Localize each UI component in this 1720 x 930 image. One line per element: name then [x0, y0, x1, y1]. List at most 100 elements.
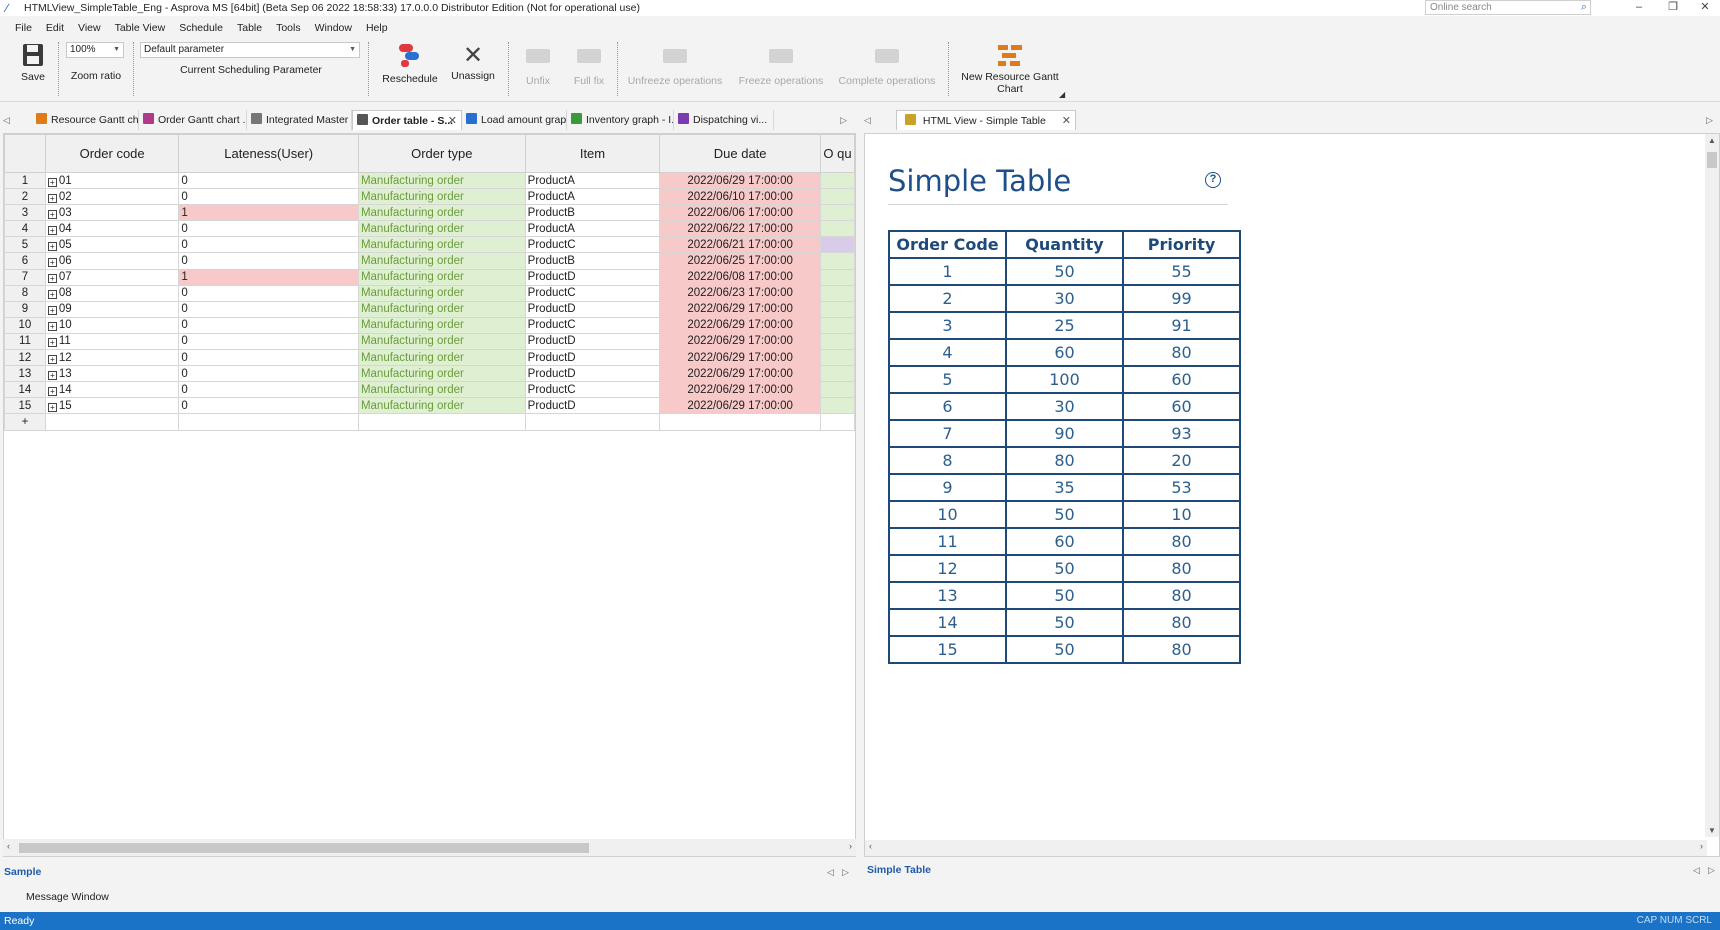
lateness-cell[interactable]: 0 — [178, 220, 359, 238]
order-code-cell[interactable]: +07 — [44, 268, 180, 286]
item-cell[interactable]: ProductC — [524, 381, 661, 399]
quantity-cell[interactable] — [820, 316, 855, 334]
quantity-cell[interactable] — [820, 381, 855, 399]
quantity-cell[interactable] — [820, 220, 855, 238]
due-date-cell[interactable]: 2022/06/08 17:00:00 — [659, 268, 822, 286]
lateness-cell[interactable]: 0 — [178, 300, 359, 318]
order-code-cell[interactable]: +12 — [44, 349, 180, 367]
order-type-cell[interactable]: Manufacturing order — [357, 349, 526, 367]
lateness-cell[interactable]: 0 — [178, 365, 359, 383]
order-type-cell[interactable]: Manufacturing order — [357, 397, 526, 415]
item-cell[interactable]: ProductA — [524, 188, 661, 206]
order-table-hscroll[interactable]: ‹ › — [3, 839, 856, 856]
unfreeze-operations-button[interactable]: Unfreeze operations — [624, 42, 726, 87]
item-cell[interactable]: ProductD — [524, 397, 661, 415]
quantity-cell[interactable] — [820, 284, 855, 302]
tab-item[interactable]: Inventory graph - I... — [567, 110, 674, 130]
complete-operations-button[interactable]: Complete operations — [836, 42, 938, 87]
due-date-cell[interactable]: 2022/06/29 17:00:00 — [659, 171, 822, 190]
order-type-cell[interactable]: Manufacturing order — [357, 381, 526, 399]
tab-item[interactable]: Order table - S... ✕ — [352, 110, 462, 130]
item-cell[interactable]: ProductC — [524, 284, 661, 302]
menu-item[interactable]: Help — [359, 22, 395, 34]
order-code-cell[interactable]: +14 — [44, 381, 180, 399]
due-date-cell[interactable]: 2022/06/29 17:00:00 — [659, 332, 822, 351]
table-row[interactable]: 15 +15 0 Manufacturing order ProductD 2022/06… — [4, 397, 855, 415]
order-type-cell[interactable]: Manufacturing order — [357, 365, 526, 383]
order-type-cell[interactable]: Manufacturing order — [357, 252, 526, 270]
empty-cell[interactable] — [178, 413, 359, 431]
lateness-cell[interactable]: 0 — [178, 349, 359, 367]
tabs-scroll-right-icon[interactable]: ▷ — [840, 115, 847, 126]
bottom-tab-sample[interactable]: Sample — [4, 866, 41, 878]
order-type-cell[interactable]: Manufacturing order — [357, 236, 526, 254]
lateness-cell[interactable]: 0 — [178, 381, 359, 399]
quantity-cell[interactable] — [820, 268, 855, 286]
order-code-cell[interactable]: +09 — [44, 300, 180, 318]
order-code-cell[interactable]: +13 — [44, 365, 180, 383]
right-tabs-scroll-right-icon[interactable]: ▷ — [1706, 115, 1713, 126]
expand-icon[interactable]: + — [47, 209, 57, 219]
due-date-cell[interactable]: 2022/06/29 17:00:00 — [659, 349, 822, 367]
lateness-cell[interactable]: 0 — [178, 171, 359, 190]
due-date-cell[interactable]: 2022/06/29 17:00:00 — [659, 316, 822, 334]
due-date-cell[interactable]: 2022/06/21 17:00:00 — [659, 236, 822, 254]
lateness-cell[interactable]: 0 — [178, 332, 359, 351]
menu-item[interactable]: Window — [308, 22, 359, 34]
quantity-cell[interactable] — [820, 365, 855, 383]
order-code-cell[interactable]: +02 — [44, 188, 180, 206]
table-row[interactable]: 10 +10 0 Manufacturing order ProductC 2022/06… — [4, 316, 855, 334]
quantity-cell[interactable] — [820, 252, 855, 270]
lateness-cell[interactable]: 0 — [178, 316, 359, 334]
due-date-cell[interactable]: 2022/06/29 17:00:00 — [659, 365, 822, 383]
order-type-cell[interactable]: Manufacturing order — [357, 171, 526, 190]
expand-icon[interactable]: + — [47, 258, 57, 268]
ribbon-expand-icon[interactable]: ◢ — [1059, 90, 1065, 99]
quantity-cell[interactable] — [820, 397, 855, 415]
bottom-right-scroll-left-icon[interactable]: ◁ — [1693, 865, 1700, 876]
lateness-cell[interactable]: 1 — [178, 268, 359, 286]
item-cell[interactable]: ProductD — [524, 349, 661, 367]
order-type-cell[interactable]: Manufacturing order — [357, 332, 526, 351]
scroll-right-icon[interactable]: › — [849, 841, 852, 851]
due-date-cell[interactable]: 2022/06/29 17:00:00 — [659, 397, 822, 415]
scroll-up-icon[interactable]: ▲ — [1708, 136, 1716, 145]
tab-item[interactable]: Order Gantt chart ... — [139, 110, 247, 130]
table-row[interactable]: 5 +05 0 Manufacturing order ProductC 2022/06/… — [4, 236, 855, 254]
order-type-cell[interactable]: Manufacturing order — [357, 316, 526, 334]
freeze-operations-button[interactable]: Freeze operations — [734, 42, 828, 87]
tab-item[interactable]: Integrated Master — [247, 110, 352, 130]
item-cell[interactable]: ProductB — [524, 252, 661, 270]
empty-cell[interactable] — [659, 413, 822, 431]
order-type-cell[interactable]: Manufacturing order — [357, 204, 526, 222]
expand-icon[interactable]: + — [47, 241, 57, 251]
column-header[interactable]: Lateness(User) — [178, 134, 359, 173]
item-cell[interactable]: ProductA — [524, 220, 661, 238]
order-type-cell[interactable]: Manufacturing order — [357, 284, 526, 302]
lateness-cell[interactable]: 0 — [178, 252, 359, 270]
new-row[interactable]: + — [4, 413, 855, 431]
column-header[interactable]: Order code — [44, 134, 180, 173]
order-type-cell[interactable]: Manufacturing order — [357, 220, 526, 238]
html-view-hscroll[interactable]: ‹ › — [865, 840, 1707, 856]
scroll-thumb[interactable] — [1707, 152, 1717, 168]
tab-html-view-simple-table[interactable]: HTML View - Simple Table ✕ — [896, 110, 1076, 130]
due-date-cell[interactable]: 2022/06/23 17:00:00 — [659, 284, 822, 302]
menu-item[interactable]: Table View — [108, 22, 173, 34]
tab-item[interactable]: Load amount grap... — [462, 110, 567, 130]
order-code-cell[interactable]: +05 — [44, 236, 180, 254]
lateness-cell[interactable]: 0 — [178, 236, 359, 254]
expand-icon[interactable]: + — [47, 370, 57, 380]
due-date-cell[interactable]: 2022/06/10 17:00:00 — [659, 188, 822, 206]
table-row[interactable]: 4 +04 0 Manufacturing order ProductA 2022/06/… — [4, 220, 855, 238]
save-button[interactable]: Save — [14, 42, 52, 83]
column-header[interactable]: O qu — [820, 134, 855, 173]
bottom-tab-simple-table[interactable]: Simple Table — [867, 864, 931, 876]
column-header[interactable]: Item — [524, 134, 661, 173]
item-cell[interactable]: ProductD — [524, 365, 661, 383]
menu-item[interactable]: File — [8, 22, 39, 34]
lateness-cell[interactable]: 1 — [178, 204, 359, 222]
online-search-input[interactable]: Online search ⌕ — [1425, 0, 1591, 15]
scroll-left-icon[interactable]: ‹ — [869, 841, 872, 851]
table-row[interactable]: 13 +13 0 Manufacturing order ProductD 2022/06… — [4, 365, 855, 383]
